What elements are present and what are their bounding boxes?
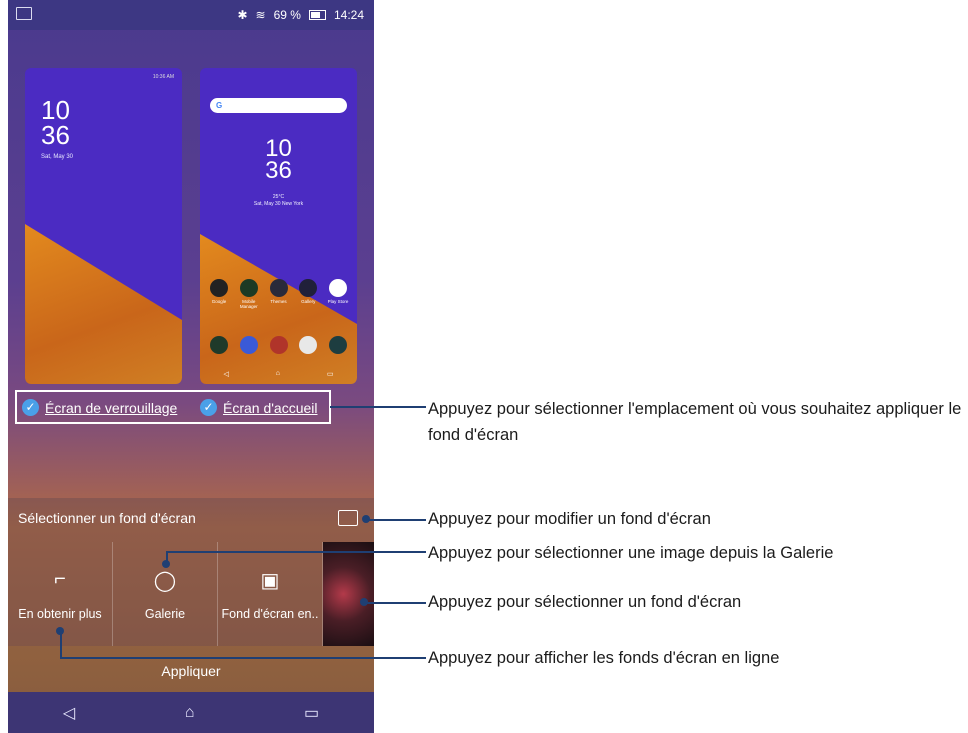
callout-line [364,602,426,604]
callout-line [60,632,62,658]
recents-icon[interactable]: ▭ [304,703,319,723]
callout-line [60,657,426,659]
callout-location: Appuyez pour sélectionner l'emplacement … [428,400,962,444]
callout-select: Appuyez pour sélectionner un fond d'écra… [428,593,742,611]
callout-modify: Appuyez pour modifier un fond d'écran [428,510,711,528]
apply-button[interactable]: Appliquer [8,646,374,692]
dock-row [208,336,349,354]
home-date: 25°C Sat, May 30 New York [253,194,304,207]
paint-roller-icon: ⌐ [54,568,66,590]
callout-dot [362,515,370,523]
wifi-icon: ≋ [255,8,266,22]
home-screen-preview[interactable]: G 10 36 25°C Sat, May 30 New York Google M… [200,68,357,384]
back-icon[interactable]: ◁ [63,703,75,723]
home-screen-checkbox[interactable]: ✓ Écran d'accueil [200,399,318,416]
callout-gallery: Appuyez pour sélectionner une image depu… [428,544,834,562]
lock-screen-preview[interactable]: 10:36 AM 10 36 Sat, May 30 [25,68,182,384]
phone-screen: ✱ ≋ 69 % 14:24 10:36 AM 10 36 Sat, May 30… [8,0,374,733]
callout-line [365,519,426,521]
home-icon[interactable]: ⌂ [185,704,195,722]
image-notification-icon [16,7,32,20]
callout-online: Appuyez pour afficher les fonds d'écran … [428,649,780,667]
live-wallpaper-icon: ▣ [260,570,280,592]
live-wallpaper-tile[interactable]: ▣ Fond d'écran en.. [218,542,323,646]
lock-clock: 10 36 [41,95,70,150]
search-bar: G [210,98,347,113]
callout-dot [56,627,64,635]
wallpaper-thumbnail[interactable] [323,542,374,646]
navigation-bar: ◁ ⌂ ▭ [8,692,374,733]
bluetooth-icon: ✱ [237,8,248,22]
balloon-icon: ◯ [153,570,177,592]
edit-wallpaper-icon[interactable] [338,510,358,526]
battery-icon [308,10,326,20]
select-wallpaper-title: Sélectionner un fond d'écran [18,510,196,526]
status-bar: ✱ ≋ 69 % 14:24 [8,0,374,30]
lock-date: Sat, May 30 [41,154,74,160]
check-icon: ✓ [200,399,217,416]
lock-screen-checkbox[interactable]: ✓ Écran de verrouillage [22,399,177,416]
battery-percent: 69 % [273,8,301,22]
home-clock: 10 36 [265,135,292,184]
status-time: 14:24 [333,8,364,22]
wallpaper-panel: Sélectionner un fond d'écran ⌐ En obteni… [8,498,374,646]
callout-line [166,551,426,553]
callout-dot [360,598,368,606]
callout-dot [162,560,170,568]
callout-line [330,406,426,408]
mini-nav: ◁ ⌂ ▭ [223,370,334,378]
app-row: Google Mobile Manager Themes Gallery Pla… [208,279,349,309]
check-icon: ✓ [22,399,39,416]
mini-status-time: 10:36 AM [152,74,174,80]
